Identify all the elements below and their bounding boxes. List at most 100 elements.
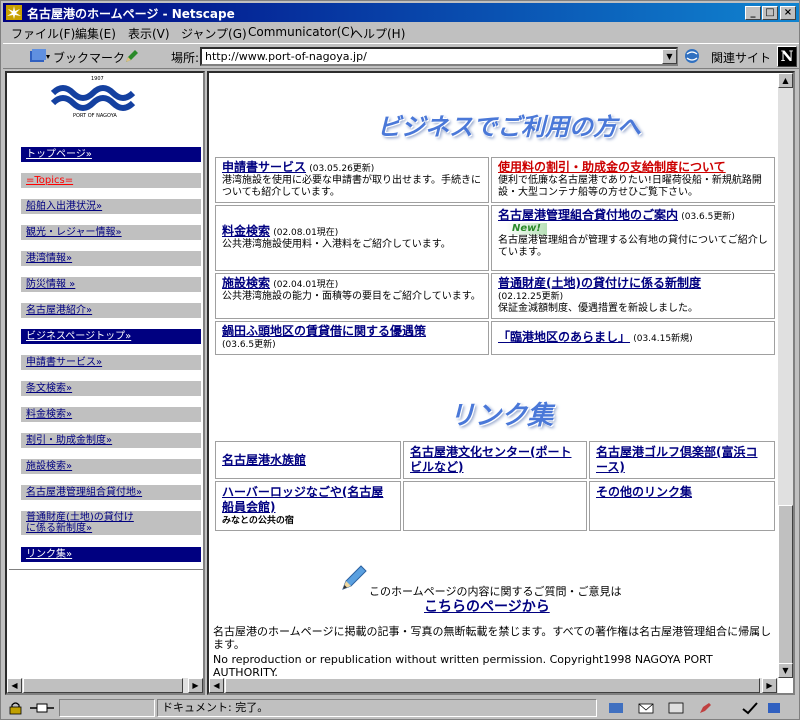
business-cell: 名古屋港管理組合貸付地のご案内 (03.6.5更新) New! 名古屋港管理組合… (491, 205, 775, 271)
logo-year: 1907 (91, 76, 104, 82)
business-cell: 普通財産(土地)の貸付けに係る新制度 (02.12.25更新) 保証金減額制度、… (491, 273, 775, 319)
link-cell: ハーバーロッジなごや(名古屋船員会館) みなとの公共の宿 (215, 481, 401, 531)
composer-icon[interactable] (697, 701, 715, 715)
navigator-icon[interactable] (607, 701, 625, 715)
menu-communicator[interactable]: Communicator(C) (248, 25, 354, 39)
window-title: 名古屋港のホームページ - Netscape (27, 7, 235, 21)
nabeta-pier-link[interactable]: 鍋田ふ頭地区の賃貸借に関する優遇策 (222, 324, 426, 338)
location-label: 場所: (171, 51, 200, 65)
fee-search-link[interactable]: 料金検索 (222, 224, 270, 238)
security-lock-icon[interactable] (7, 701, 25, 715)
nav-disaster[interactable]: 防災情報 » (21, 277, 201, 292)
nav-leased-land[interactable]: 名古屋港管理組合貸付地» (21, 485, 201, 500)
aquarium-link[interactable]: 名古屋港水族館 (222, 453, 306, 467)
link-cell: 名古屋港文化センター(ポートビルなど) (403, 441, 587, 479)
bookmark-icon[interactable] (27, 47, 51, 65)
menu-go[interactable]: ジャンプ(G) (181, 25, 247, 42)
nav-port-intro[interactable]: 名古屋港紹介» (21, 303, 201, 318)
link-cell-empty (403, 481, 587, 531)
nav-links[interactable]: リンク集» (21, 547, 201, 562)
nav-tourism[interactable]: 観光・レジャー情報» (21, 225, 201, 240)
scroll-up-button[interactable]: ▲ (778, 73, 793, 88)
menu-edit[interactable]: 編集(E) (75, 25, 116, 42)
business-cell: 鍋田ふ頭地区の賃貸借に関する優遇策 (03.6.5更新) (215, 321, 489, 355)
menu-file[interactable]: ファイル(F) (11, 25, 75, 42)
location-toolbar: ブックマーク 場所: http://www.port-of-nagoya.jp/… (3, 43, 799, 69)
browser-window: 名古屋港のホームページ - Netscape _ □ × ファイル(F) 編集(… (0, 0, 800, 720)
land-lease-system-link[interactable]: 普通財産(土地)の貸付けに係る新制度 (498, 276, 701, 290)
nav-ship-status[interactable]: 船舶入出港状況» (21, 199, 201, 214)
title-bar[interactable]: 名古屋港のホームページ - Netscape _ □ × (3, 3, 799, 22)
golf-club-link[interactable]: 名古屋港ゴルフ倶楽部(富浜コース) (596, 445, 758, 474)
nav-divider (9, 569, 203, 570)
port-of-nagoya-logo[interactable]: 1907 PORT OF NAGOYA (51, 75, 141, 119)
close-button[interactable]: × (780, 6, 796, 20)
related-sites-button[interactable]: 関連サイト (711, 49, 771, 66)
related-sites-icon[interactable] (683, 47, 703, 65)
content-vertical-scrollbar[interactable]: ▲ ▼ (778, 73, 793, 678)
culture-center-link[interactable]: 名古屋港文化センター(ポートビルなど) (410, 445, 572, 474)
mail-icon[interactable] (637, 701, 655, 715)
business-cell: 申請書サービス (03.05.26更新) 港湾施設を使用に必要な申請書が取り出せ… (215, 157, 489, 203)
port-district-link[interactable]: 「臨港地区のあらまし」 (498, 330, 630, 344)
offline-icon[interactable] (741, 701, 759, 715)
content-frame: ビジネスでご利用の方へ 申請書サービス (03.05.26更新) 港湾施設を使用… (207, 71, 795, 695)
left-horizontal-scrollbar[interactable]: ◀ ▶ (7, 678, 203, 693)
vertical-scroll-thumb[interactable] (778, 505, 793, 665)
business-table: 申請書サービス (03.05.26更新) 港湾施設を使用に必要な申請書が取り出せ… (213, 155, 777, 357)
nav-fee-search[interactable]: 料金検索» (21, 407, 201, 422)
business-heading: ビジネスでご利用の方へ (377, 113, 641, 141)
nav-application-service[interactable]: 申請書サービス» (21, 355, 201, 370)
connection-icon (30, 703, 54, 713)
bookmarks-button[interactable]: ブックマーク (53, 49, 125, 66)
news-icon[interactable] (667, 701, 685, 715)
content-scroll-right-button[interactable]: ▶ (762, 678, 777, 693)
leased-land-link[interactable]: 名古屋港管理組合貸付地のご案内 (498, 208, 678, 222)
harbor-lodge-link[interactable]: ハーバーロッジなごや(名古屋船員会館) (222, 485, 383, 514)
maximize-button[interactable]: □ (762, 6, 778, 20)
facility-search-link[interactable]: 施設検索 (222, 276, 270, 290)
netscape-logo[interactable]: N (777, 46, 797, 67)
logo-caption: PORT OF NAGOYA (73, 113, 117, 119)
other-links-link[interactable]: その他のリンク集 (596, 485, 692, 499)
status-text: ドキュメント: 完了。 (157, 699, 597, 717)
application-service-link[interactable]: 申請書サービス (222, 160, 306, 174)
nav-topics[interactable]: =Topics= (21, 173, 201, 188)
contact-link[interactable]: こちらのページから (424, 596, 550, 616)
pencil-icon (342, 565, 367, 590)
scroll-left-button[interactable]: ◀ (7, 678, 22, 693)
links-table: 名古屋港水族館 名古屋港文化センター(ポートビルなど) 名古屋港ゴルフ倶楽部(富… (213, 439, 777, 533)
content-scroll-thumb[interactable] (225, 678, 760, 693)
link-cell: 名古屋港ゴルフ倶楽部(富浜コース) (589, 441, 775, 479)
pen-icon[interactable] (123, 47, 141, 65)
nav-port-info[interactable]: 港湾情報» (21, 251, 201, 266)
minimize-button[interactable]: _ (745, 6, 761, 20)
left-nav-frame: 1907 PORT OF NAGOYA トップページ» =Topics= 船舶入… (5, 71, 205, 695)
new-badge: New! (506, 223, 547, 235)
link-cell: 名古屋港水族館 (215, 441, 401, 479)
scroll-thumb[interactable] (23, 678, 183, 693)
links-heading: リンク集 (449, 401, 554, 431)
status-bar: ドキュメント: 完了。 (3, 697, 799, 719)
menu-bar: ファイル(F) 編集(E) 表示(V) ジャンプ(G) Communicator… (3, 23, 799, 42)
copyright-jp: 名古屋港のホームページに掲載の記事・写真の無断転載を禁じます。すべての著作権は名… (213, 625, 772, 651)
content-horizontal-scrollbar[interactable]: ◀ ▶ (209, 678, 778, 693)
nav-regulation-search[interactable]: 条文検索» (21, 381, 201, 396)
business-cell: 料金検索 (02.08.01現在) 公共港湾施設使用料・入港料をご紹介しています… (215, 205, 489, 271)
bookmarks-status-icon[interactable] (765, 701, 783, 715)
netscape-icon (6, 5, 22, 20)
business-cell: 施設検索 (02.04.01現在) 公共港湾施設の能力・面積等の要目をご紹介して… (215, 273, 489, 319)
menu-help[interactable]: ヘルプ(H) (351, 25, 405, 42)
nav-facility-search[interactable]: 施設検索» (21, 459, 201, 474)
nav-land-lease-system[interactable]: 普通財産(土地)の貸付け に係る新制度» (21, 511, 201, 535)
nav-discount[interactable]: 割引・助成金制度» (21, 433, 201, 448)
content-scroll-left-button[interactable]: ◀ (209, 678, 224, 693)
menu-view[interactable]: 表示(V) (128, 25, 170, 42)
scroll-right-button[interactable]: ▶ (188, 678, 203, 693)
nav-top-page[interactable]: トップページ» (21, 147, 201, 162)
discount-system-link[interactable]: 使用料の割引・助成金の支給制度について (498, 160, 726, 174)
url-dropdown-button[interactable]: ▼ (662, 49, 677, 64)
nav-business-top[interactable]: ビジネスページトップ» (21, 329, 201, 344)
scroll-down-button[interactable]: ▼ (778, 663, 793, 678)
url-input[interactable]: http://www.port-of-nagoya.jp/ (200, 47, 678, 66)
